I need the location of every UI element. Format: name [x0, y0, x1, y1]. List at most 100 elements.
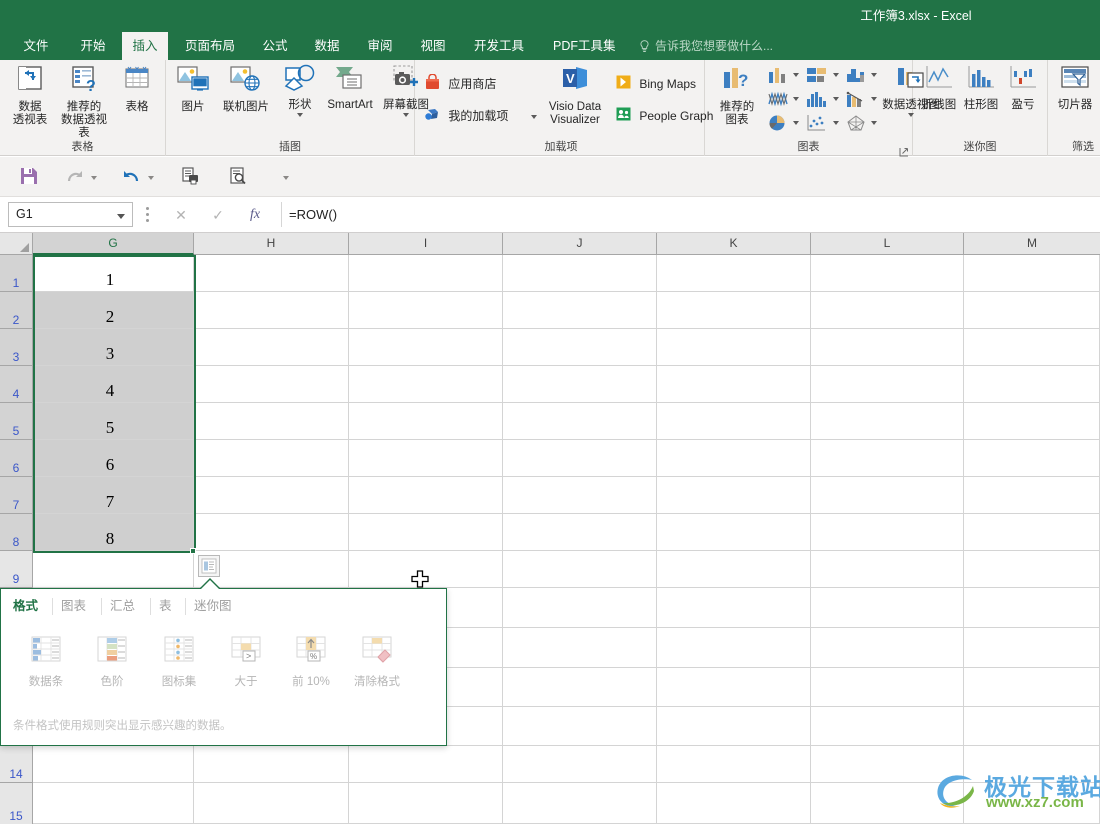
name-box-chevron-down-icon[interactable]: [117, 214, 125, 219]
cell-h14[interactable]: [194, 746, 349, 783]
row-header-3[interactable]: 3: [0, 329, 33, 366]
cell-i15[interactable]: [349, 783, 503, 824]
cell-l15[interactable]: [811, 783, 964, 824]
cell-g14[interactable]: [33, 746, 194, 783]
column-chart-button[interactable]: [767, 66, 789, 89]
cell-j11[interactable]: [503, 628, 657, 668]
cell-l1[interactable]: [811, 255, 964, 292]
pie-chart-chevron-down-icon[interactable]: [793, 121, 799, 125]
quick-analysis-tab-tables[interactable]: 表: [159, 589, 172, 621]
cell-l3[interactable]: [811, 329, 964, 366]
cell-h4[interactable]: [194, 366, 349, 403]
name-box[interactable]: G1: [8, 202, 133, 227]
row-header-2[interactable]: 2: [0, 292, 33, 329]
cell-m5[interactable]: [964, 403, 1100, 440]
column-header-h[interactable]: H: [194, 233, 349, 255]
cell-j15[interactable]: [503, 783, 657, 824]
cell-h3[interactable]: [194, 329, 349, 366]
cell-h8[interactable]: [194, 514, 349, 551]
cell-l6[interactable]: [811, 440, 964, 477]
undo-button[interactable]: [121, 166, 141, 191]
print-preview-button[interactable]: [180, 166, 200, 191]
redo-chevron-down-icon[interactable]: [91, 176, 97, 180]
undo-chevron-down-icon[interactable]: [148, 176, 154, 180]
cell-m10[interactable]: [964, 588, 1100, 628]
cell-l13[interactable]: [811, 707, 964, 746]
cell-h6[interactable]: [194, 440, 349, 477]
column-chart-chevron-down-icon[interactable]: [793, 73, 799, 77]
cell-k12[interactable]: [657, 668, 811, 707]
cell-m11[interactable]: [964, 628, 1100, 668]
tab-view[interactable]: 视图: [410, 32, 456, 60]
cell-j4[interactable]: [503, 366, 657, 403]
cell-i5[interactable]: [349, 403, 503, 440]
cell-h2[interactable]: [194, 292, 349, 329]
column-header-g[interactable]: G: [33, 233, 194, 255]
cell-g9[interactable]: [33, 551, 194, 588]
cell-j12[interactable]: [503, 668, 657, 707]
cell-k6[interactable]: [657, 440, 811, 477]
cell-k10[interactable]: [657, 588, 811, 628]
cell-l14[interactable]: [811, 746, 964, 783]
cell-j3[interactable]: [503, 329, 657, 366]
quick-analysis-button[interactable]: [198, 555, 220, 577]
cell-l5[interactable]: [811, 403, 964, 440]
cell-j5[interactable]: [503, 403, 657, 440]
histogram-chart-button[interactable]: [805, 90, 827, 113]
cell-k14[interactable]: [657, 746, 811, 783]
row-header-6[interactable]: 6: [0, 440, 33, 477]
cell-k13[interactable]: [657, 707, 811, 746]
cell-j9[interactable]: [503, 551, 657, 588]
print-preview-and-print-button[interactable]: [228, 166, 248, 191]
row-header-9[interactable]: 9: [0, 551, 33, 588]
cell-i14[interactable]: [349, 746, 503, 783]
cell-m8[interactable]: [964, 514, 1100, 551]
tab-page-layout[interactable]: 页面布局: [172, 32, 248, 60]
waterfall-chart-chevron-down-icon[interactable]: [871, 97, 877, 101]
quick-analysis-tab-totals[interactable]: 汇总: [110, 589, 135, 621]
cell-l11[interactable]: [811, 628, 964, 668]
cell-g8[interactable]: 8: [33, 514, 194, 551]
radar-chart-button[interactable]: [845, 114, 867, 137]
cell-k5[interactable]: [657, 403, 811, 440]
cell-k3[interactable]: [657, 329, 811, 366]
cell-g15[interactable]: [33, 783, 194, 824]
cancel-entry-button[interactable]: ✕: [170, 204, 192, 226]
charts-dialog-launcher[interactable]: [899, 144, 909, 157]
formula-input[interactable]: =ROW(): [281, 202, 1091, 227]
shapes-chevron-down-icon[interactable]: [297, 113, 303, 117]
insert-function-button[interactable]: fx: [244, 204, 266, 226]
radar-chart-chevron-down-icon[interactable]: [871, 121, 877, 125]
screenshot-chevron-down-icon[interactable]: [403, 113, 409, 117]
save-button[interactable]: [19, 166, 39, 191]
customize-qat-icon[interactable]: [283, 176, 289, 180]
quick-analysis-item-color-scale[interactable]: 色阶: [80, 635, 144, 689]
select-all-button[interactable]: [0, 233, 33, 255]
cell-m3[interactable]: [964, 329, 1100, 366]
cell-l12[interactable]: [811, 668, 964, 707]
quick-analysis-item-top-ten-percent[interactable]: % 前 10%: [279, 635, 343, 689]
stock-chart-button[interactable]: [767, 90, 789, 113]
cell-j8[interactable]: [503, 514, 657, 551]
cell-k1[interactable]: [657, 255, 811, 292]
cell-m15[interactable]: [964, 783, 1100, 824]
slicer-button[interactable]: 切片器: [1052, 64, 1098, 112]
cell-m13[interactable]: [964, 707, 1100, 746]
tab-pdf-toolkit[interactable]: PDF工具集: [543, 32, 623, 60]
quick-analysis-tab-sparklines[interactable]: 迷你图: [194, 589, 232, 621]
row-header-5[interactable]: 5: [0, 403, 33, 440]
tab-data[interactable]: 数据: [304, 32, 350, 60]
cell-m2[interactable]: [964, 292, 1100, 329]
smartart-button[interactable]: SmartArt: [322, 64, 378, 112]
pivot-table-button[interactable]: 数据 透视表: [4, 64, 56, 127]
cell-j6[interactable]: [503, 440, 657, 477]
cell-k11[interactable]: [657, 628, 811, 668]
cell-i4[interactable]: [349, 366, 503, 403]
bar-chart-chevron-down-icon[interactable]: [833, 73, 839, 77]
tab-home[interactable]: 开始: [68, 32, 118, 60]
cell-m14[interactable]: [964, 746, 1100, 783]
fill-handle[interactable]: [190, 548, 196, 554]
my-addins-chevron-down-icon[interactable]: [531, 115, 537, 119]
sparkline-column-button[interactable]: 柱形图: [960, 64, 1002, 112]
cell-l2[interactable]: [811, 292, 964, 329]
